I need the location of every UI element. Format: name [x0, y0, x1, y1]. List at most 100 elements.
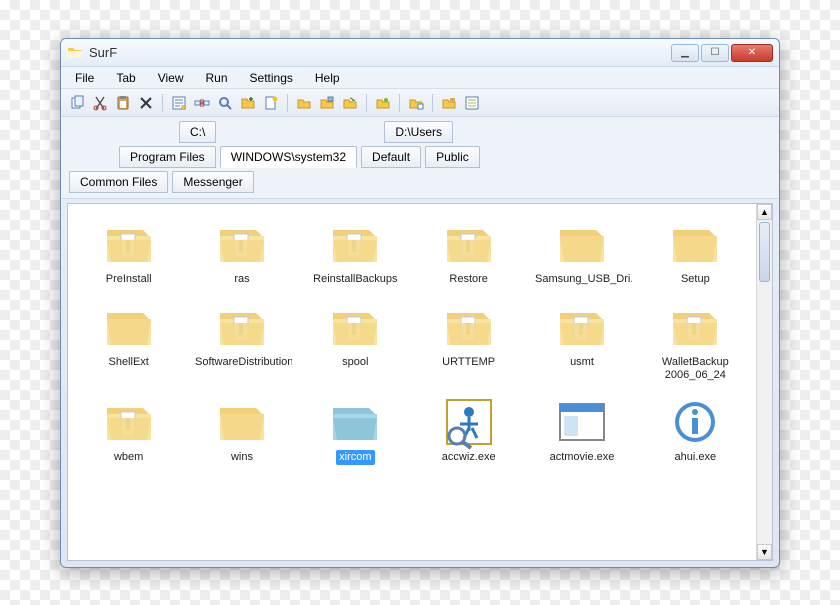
maximize-button[interactable]: ☐	[701, 44, 729, 62]
new-file-icon	[263, 95, 279, 111]
folder-sync-button[interactable]	[340, 93, 360, 113]
toolbar-separator	[162, 94, 163, 112]
new-folder-icon	[240, 95, 256, 111]
properties-button[interactable]	[169, 93, 189, 113]
paste-button[interactable]	[113, 93, 133, 113]
item-label: accwiz.exe	[439, 450, 499, 465]
folder-item[interactable]: Samsung_USB_Dri...	[525, 212, 638, 291]
app-icon	[67, 45, 83, 61]
path-tab[interactable]: D:\Users	[384, 121, 453, 143]
folder-item[interactable]: xircom	[299, 390, 412, 469]
file-item[interactable]: ahui.exe	[639, 390, 752, 469]
path-tab[interactable]: Program Files	[119, 146, 216, 168]
folder-icon	[441, 299, 497, 355]
folder-sync-icon	[342, 95, 358, 111]
file-item[interactable]: accwiz.exe	[412, 390, 525, 469]
copy-icon	[69, 95, 85, 111]
refresh-button[interactable]	[373, 93, 393, 113]
favorites-button[interactable]	[439, 93, 459, 113]
menu-help[interactable]: Help	[305, 69, 350, 87]
refresh-icon	[375, 95, 391, 111]
folder-icon	[101, 394, 157, 450]
scroll-up-icon[interactable]: ▲	[757, 204, 772, 220]
folder-icon	[214, 299, 270, 355]
folder-item[interactable]: spool	[299, 295, 412, 385]
file-area: PreInstall ras ReinstallBackups Restore Sams…	[67, 203, 773, 561]
item-label: Setup	[678, 272, 713, 287]
scroll-thumb[interactable]	[759, 222, 770, 282]
paste-icon	[115, 95, 131, 111]
folder-up-button[interactable]	[294, 93, 314, 113]
menu-run[interactable]: Run	[196, 69, 238, 87]
folder-item[interactable]: ras	[185, 212, 298, 291]
path-tab[interactable]: Default	[361, 146, 421, 168]
menu-tab[interactable]: Tab	[106, 69, 145, 87]
folder-icon	[327, 216, 383, 272]
folder-item[interactable]: usmt	[525, 295, 638, 385]
path-tab[interactable]: WINDOWS\system32	[220, 146, 357, 168]
rename-icon	[194, 95, 210, 111]
rename-button[interactable]	[192, 93, 212, 113]
folder-item[interactable]: SoftwareDistribution	[185, 295, 298, 385]
folder-icon	[327, 394, 383, 450]
folder-icon	[327, 299, 383, 355]
folder-item[interactable]: wins	[185, 390, 298, 469]
folder-item[interactable]: ReinstallBackups	[299, 212, 412, 291]
item-label: xircom	[336, 450, 374, 465]
path-tab[interactable]: Messenger	[172, 171, 253, 193]
menu-view[interactable]: View	[148, 69, 194, 87]
file-grid: PreInstall ras ReinstallBackups Restore Sams…	[68, 204, 756, 560]
item-label: Restore	[446, 272, 491, 287]
folder-icon	[554, 299, 610, 355]
item-label: spool	[339, 355, 371, 370]
new-folder-button[interactable]	[238, 93, 258, 113]
toolbar-separator	[366, 94, 367, 112]
new-file-button[interactable]	[261, 93, 281, 113]
path-tab[interactable]: C:\	[179, 121, 216, 143]
folder-tree-button[interactable]	[317, 93, 337, 113]
delete-button[interactable]	[136, 93, 156, 113]
folder-item[interactable]: Setup	[639, 212, 752, 291]
scroll-down-icon[interactable]: ▼	[757, 544, 772, 560]
titlebar[interactable]: SurF ▁ ☐ ✕	[61, 39, 779, 67]
menu-file[interactable]: File	[65, 69, 104, 87]
favorites-icon	[441, 95, 457, 111]
folder-item[interactable]: wbem	[72, 390, 185, 469]
folder-icon	[554, 216, 610, 272]
app-window-icon	[554, 394, 610, 450]
app-window: SurF ▁ ☐ ✕ File Tab View Run Settings He…	[60, 38, 780, 568]
file-item[interactable]: actmovie.exe	[525, 390, 638, 469]
toolbar-separator	[287, 94, 288, 112]
folder-icon	[667, 216, 723, 272]
item-label: ras	[231, 272, 252, 287]
cut-button[interactable]	[90, 93, 110, 113]
item-label: actmovie.exe	[547, 450, 618, 465]
view-mode-button[interactable]	[406, 93, 426, 113]
close-button[interactable]: ✕	[731, 44, 773, 62]
search-button[interactable]	[215, 93, 235, 113]
path-tab[interactable]: Common Files	[69, 171, 168, 193]
path-tab[interactable]: Public	[425, 146, 480, 168]
copy-button[interactable]	[67, 93, 87, 113]
search-icon	[217, 95, 233, 111]
view-mode-icon	[408, 95, 424, 111]
folder-item[interactable]: WalletBackup 2006_06_24 13_39	[639, 295, 752, 385]
item-label: SoftwareDistribution	[192, 355, 292, 370]
folder-icon	[667, 299, 723, 355]
show-hidden-button[interactable]	[462, 93, 482, 113]
properties-icon	[171, 95, 187, 111]
folder-up-icon	[296, 95, 312, 111]
menu-settings[interactable]: Settings	[240, 69, 303, 87]
folder-item[interactable]: ShellExt	[72, 295, 185, 385]
delete-icon	[138, 95, 154, 111]
minimize-button[interactable]: ▁	[671, 44, 699, 62]
item-label: usmt	[567, 355, 597, 370]
folder-item[interactable]: PreInstall	[72, 212, 185, 291]
folder-item[interactable]: URTTEMP	[412, 295, 525, 385]
app-info-icon	[667, 394, 723, 450]
scrollbar[interactable]: ▲ ▼	[756, 204, 772, 560]
tabs-area: C:\ D:\Users Program FilesWINDOWS\system3…	[61, 117, 779, 199]
toolbar-separator	[399, 94, 400, 112]
toolbar	[61, 89, 779, 117]
folder-item[interactable]: Restore	[412, 212, 525, 291]
